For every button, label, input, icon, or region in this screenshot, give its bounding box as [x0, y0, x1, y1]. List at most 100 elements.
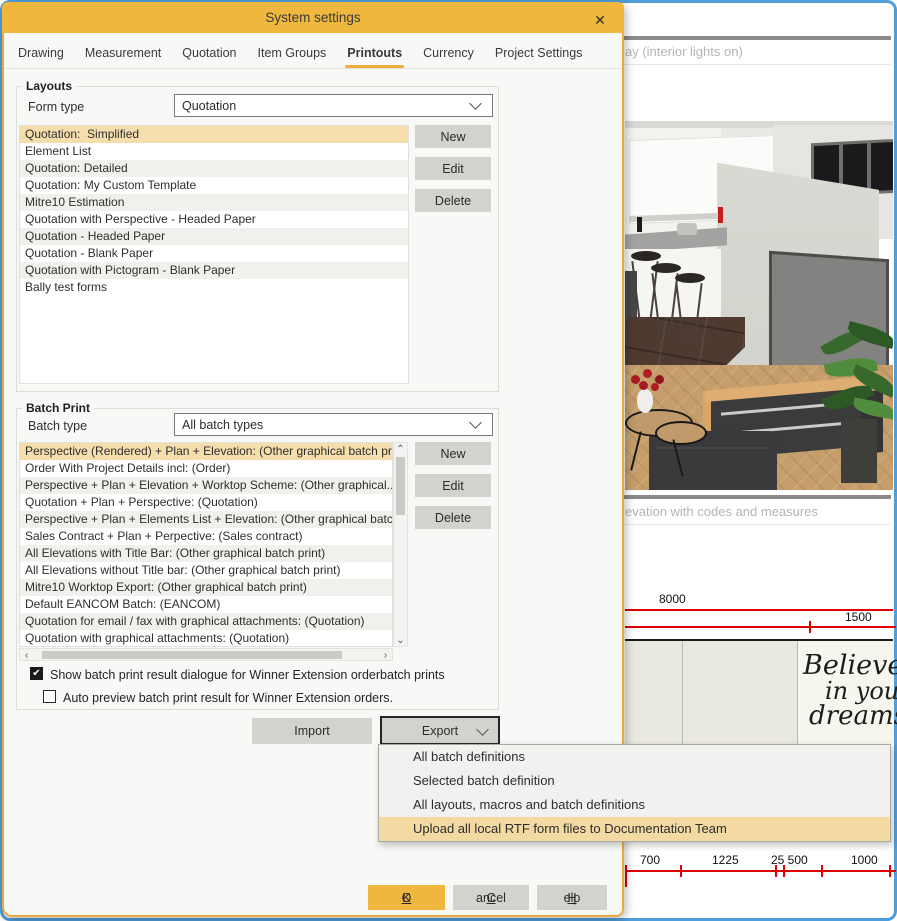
batch-list-item[interactable]: Perspective (Rendered) + Plan + Elevatio… — [20, 443, 392, 460]
scroll-down-icon[interactable]: ⌄ — [394, 634, 407, 646]
layout-list-item[interactable]: Quotation with Pictogram - Blank Paper — [20, 262, 408, 279]
counter-bottle — [637, 217, 642, 232]
layout-list-item[interactable]: Quotation - Blank Paper — [20, 245, 408, 262]
form-type-value: Quotation — [182, 99, 236, 113]
export-menu-item[interactable]: Selected batch definition — [379, 769, 890, 793]
rose — [651, 383, 659, 391]
vertical-scrollbar[interactable]: ⌃ ⌄ — [393, 442, 408, 647]
batch-new-button[interactable]: New — [415, 442, 491, 465]
batch-type-value: All batch types — [182, 418, 263, 432]
batch-print-list: Perspective (Rendered) + Plan + Elevatio… — [19, 442, 393, 647]
scrollbar-thumb[interactable] — [396, 457, 405, 515]
export-button[interactable]: Export — [380, 716, 500, 745]
bar-stool-seat — [675, 273, 705, 283]
batch-list-item[interactable]: Sales Contract + Plan + Perpective: (Sal… — [20, 528, 392, 545]
dimension-tick — [809, 621, 811, 633]
tab[interactable]: Drawing — [18, 40, 64, 68]
tabs-divider — [4, 68, 622, 69]
horizontal-scrollbar[interactable]: ‹ › — [19, 648, 393, 661]
tab[interactable]: Currency — [423, 40, 474, 68]
scroll-left-icon[interactable]: ‹ — [20, 649, 33, 661]
batch-list-item[interactable]: Quotation with graphical attachments: (Q… — [20, 630, 392, 647]
scroll-right-icon[interactable]: › — [379, 649, 392, 661]
batch-type-label: Batch type — [28, 419, 87, 433]
cancel-button[interactable]: Cancel — [453, 885, 529, 910]
close-icon[interactable]: ✕ — [590, 10, 610, 30]
batch-list-item[interactable]: Perspective + Plan + Elevation + Worktop… — [20, 477, 392, 494]
export-menu-item[interactable]: All batch definitions — [379, 745, 890, 769]
layout-list-item[interactable]: Quotation: My Custom Template — [20, 177, 408, 194]
batch-list-item[interactable]: Order With Project Details incl: (Order) — [20, 460, 392, 477]
rose — [639, 381, 648, 390]
layout-list-item[interactable]: Quotation: Detailed — [20, 160, 408, 177]
batch-print-group-label: Batch Print — [22, 401, 94, 415]
layout-list-item[interactable]: Bally test forms — [20, 279, 408, 296]
export-menu-item[interactable]: All layouts, macros and batch definition… — [379, 793, 890, 817]
form-type-select[interactable]: Quotation — [174, 94, 493, 117]
export-menu: All batch definitionsSelected batch defi… — [378, 744, 891, 842]
header-divider-1 — [618, 64, 891, 65]
dimension-label: 700 — [640, 853, 660, 867]
render-3d-view[interactable]: ieve nyour ams... — [625, 121, 893, 490]
export-button-label: Export — [422, 724, 458, 738]
layouts-list: Quotation: SimplifiedElement ListQuotati… — [19, 125, 409, 384]
screen: ay (interior lights on) ieve nyour ams..… — [0, 0, 897, 921]
scroll-up-icon[interactable]: ⌃ — [394, 443, 407, 455]
red-wall-item — [718, 207, 723, 223]
auto-preview-checkbox[interactable] — [43, 690, 56, 703]
layouts-new-button[interactable]: New — [415, 125, 491, 148]
batch-list-item[interactable]: Mitre10 Worktop Export: (Other graphical… — [20, 579, 392, 596]
tab[interactable]: Item Groups — [258, 40, 327, 68]
batch-delete-button[interactable]: Delete — [415, 506, 491, 529]
bar-stool-seat — [631, 251, 661, 261]
chevron-down-icon — [469, 97, 482, 110]
dialog-titlebar[interactable]: System settings — [2, 2, 624, 33]
ok-button[interactable]: OK — [368, 885, 445, 910]
show-result-checkbox-label[interactable]: Show batch print result dialogue for Win… — [50, 668, 490, 682]
dimension-line — [625, 626, 896, 628]
layouts-group-label: Layouts — [22, 79, 76, 93]
tab[interactable]: Measurement — [85, 40, 161, 68]
dimension-label: 1500 — [845, 610, 872, 624]
elevation-wall — [625, 641, 797, 744]
counter-pot — [677, 223, 697, 235]
batch-edit-button[interactable]: Edit — [415, 474, 491, 497]
batch-list-item[interactable]: Default EANCOM Batch: (EANCOM) — [20, 596, 392, 613]
elevation-grid-line — [682, 641, 683, 744]
bar-stool-seat — [651, 263, 681, 273]
layouts-edit-button[interactable]: Edit — [415, 157, 491, 180]
scrollbar-thumb[interactable] — [42, 651, 342, 659]
batch-type-select[interactable]: All batch types — [174, 413, 493, 436]
plant-pot — [841, 419, 877, 483]
dimension-label: 8000 — [659, 592, 686, 606]
dimension-tick — [625, 865, 627, 887]
roses — [629, 367, 673, 393]
batch-list-item[interactable]: Quotation for email / fax with graphical… — [20, 613, 392, 630]
chevron-down-icon — [476, 723, 489, 736]
dimension-tick — [821, 865, 823, 877]
export-menu-item[interactable]: Upload all local RTF form files to Docum… — [379, 817, 890, 841]
batch-list-item[interactable]: All Elevations with Title Bar: (Other gr… — [20, 545, 392, 562]
layout-list-item[interactable]: Element List — [20, 143, 408, 160]
layout-list-item[interactable]: Quotation: Simplified — [20, 126, 408, 143]
layouts-delete-button[interactable]: Delete — [415, 189, 491, 212]
layout-list-item[interactable]: Quotation with Perspective - Headed Pape… — [20, 211, 408, 228]
tab[interactable]: Printouts — [347, 40, 402, 68]
chevron-down-icon — [469, 416, 482, 429]
show-result-checkbox[interactable]: ✔ — [30, 667, 43, 680]
batch-list-item[interactable]: Quotation + Plan + Perspective: (Quotati… — [20, 494, 392, 511]
batch-list-item[interactable]: Perspective + Plan + Elements List + Ele… — [20, 511, 392, 528]
dimension-tick — [783, 865, 785, 877]
batch-list-item[interactable]: All Elevations without Title bar: (Other… — [20, 562, 392, 579]
dimension-tick — [889, 865, 891, 877]
layout-list-item[interactable]: Quotation - Headed Paper — [20, 228, 408, 245]
auto-preview-checkbox-label[interactable]: Auto preview batch print result for Winn… — [63, 691, 493, 705]
layout-list-item[interactable]: Mitre10 Estimation — [20, 194, 408, 211]
window-pane — [871, 142, 893, 191]
tab[interactable]: Project Settings — [495, 40, 583, 68]
help-button[interactable]: Help — [537, 885, 607, 910]
tab[interactable]: Quotation — [182, 40, 236, 68]
form-type-label: Form type — [28, 100, 84, 114]
import-button[interactable]: Import — [252, 718, 372, 744]
check-icon: ✔ — [32, 668, 40, 679]
